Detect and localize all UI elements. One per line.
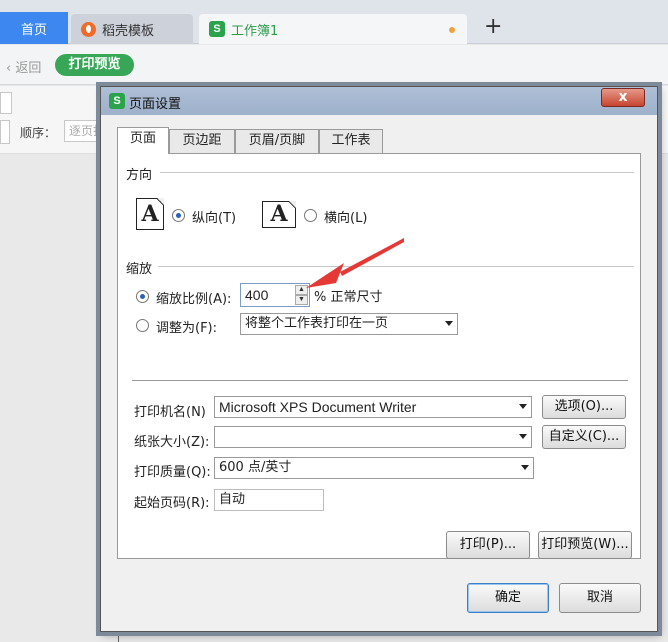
annotation-arrow-icon bbox=[306, 238, 404, 288]
fit-to-select[interactable]: 将整个工作表打印在一页 bbox=[240, 313, 458, 335]
close-button[interactable]: x bbox=[601, 88, 645, 107]
landscape-radio[interactable] bbox=[304, 209, 317, 222]
tab-workbook[interactable]: S 工作簿1 bbox=[199, 14, 467, 44]
tab-bar: 首页 稻壳模板 S 工作簿1 + bbox=[0, 0, 668, 44]
paper-size-label: 纸张大小(Z): bbox=[134, 435, 210, 450]
fit-to-value: 将整个工作表打印在一页 bbox=[245, 316, 389, 331]
divider bbox=[118, 632, 119, 642]
tab-sheet[interactable]: 工作表 bbox=[319, 129, 383, 153]
scale-radio[interactable] bbox=[136, 290, 149, 303]
print-button[interactable]: 打印(P)... bbox=[446, 531, 530, 559]
tab-header-footer[interactable]: 页眉/页脚 bbox=[235, 129, 319, 153]
page-setup-dialog: S 页面设置 x 页面 页边距 页眉/页脚 工作表 方向 A 纵向(T) A 横… bbox=[100, 86, 658, 632]
page-tab-panel: 方向 A 纵向(T) A 横向(L) 缩放 缩放比例(A): 400 ▲ ▼ %… bbox=[117, 153, 641, 559]
new-tab-button[interactable]: + bbox=[484, 16, 502, 38]
spreadsheet-icon: S bbox=[109, 93, 125, 109]
print-quality-label: 打印质量(Q): bbox=[134, 465, 211, 480]
scale-value: 400 bbox=[245, 287, 269, 303]
tab-page[interactable]: 页面 bbox=[117, 127, 169, 154]
tab-workbook-label: 工作簿1 bbox=[231, 23, 279, 39]
divider bbox=[132, 380, 628, 381]
scale-label: 缩放比例(A): bbox=[156, 292, 232, 307]
background-input bbox=[0, 92, 12, 114]
start-page-label: 起始页码(R): bbox=[134, 496, 210, 511]
docer-logo-icon bbox=[81, 21, 96, 37]
chevron-down-icon bbox=[445, 321, 453, 326]
print-preview-button[interactable]: 打印预览(W)... bbox=[538, 531, 632, 559]
back-button[interactable]: ‹ 返回 bbox=[6, 57, 41, 76]
fit-to-label: 调整为(F): bbox=[156, 321, 218, 336]
portrait-radio[interactable] bbox=[172, 209, 185, 222]
tab-home-label: 首页 bbox=[20, 22, 47, 38]
landscape-label: 横向(L) bbox=[324, 211, 368, 226]
printer-select[interactable]: Microsoft XPS Document Writer bbox=[214, 396, 532, 418]
chevron-down-icon bbox=[519, 434, 527, 439]
printer-name-label: 打印机名(N) bbox=[134, 405, 206, 420]
unsaved-dot-icon bbox=[449, 27, 455, 33]
scaling-section-label: 缩放 bbox=[126, 262, 153, 277]
chevron-down-icon bbox=[519, 404, 527, 409]
background-input bbox=[0, 120, 10, 144]
cancel-button[interactable]: 取消 bbox=[559, 583, 641, 613]
print-quality-value: 600 点/英寸 bbox=[219, 460, 292, 475]
tab-docer-templates[interactable]: 稻壳模板 bbox=[71, 14, 193, 44]
print-preview-badge[interactable]: 打印预览 bbox=[55, 54, 134, 76]
paper-size-select[interactable] bbox=[214, 426, 532, 448]
tab-margins[interactable]: 页边距 bbox=[169, 129, 235, 153]
tab-docer-label: 稻壳模板 bbox=[102, 23, 155, 39]
portrait-page-icon: A bbox=[136, 198, 164, 230]
landscape-page-icon: A bbox=[262, 201, 296, 228]
fit-to-radio[interactable] bbox=[136, 319, 149, 332]
back-label: 返回 bbox=[15, 61, 42, 76]
portrait-label: 纵向(T) bbox=[192, 211, 237, 226]
printer-value: Microsoft XPS Document Writer bbox=[219, 399, 417, 415]
chevron-down-icon bbox=[521, 465, 529, 470]
ok-button[interactable]: 确定 bbox=[467, 583, 549, 613]
chevron-left-icon: ‹ bbox=[6, 61, 12, 76]
dialog-title: 页面设置 bbox=[129, 97, 182, 112]
divider bbox=[160, 172, 634, 173]
spreadsheet-icon: S bbox=[209, 21, 225, 37]
chevron-down-icon[interactable]: ▼ bbox=[295, 295, 308, 305]
background-order-label: 顺序： bbox=[20, 126, 57, 140]
start-page-input[interactable]: 自动 bbox=[214, 489, 324, 511]
dialog-titlebar[interactable]: S 页面设置 x bbox=[101, 87, 657, 115]
options-button[interactable]: 选项(O)... bbox=[542, 395, 626, 419]
orientation-section-label: 方向 bbox=[126, 168, 153, 183]
tab-home[interactable]: 首页 bbox=[0, 12, 68, 44]
custom-size-button[interactable]: 自定义(C)... bbox=[542, 425, 626, 449]
preview-toolbar: ‹ 返回 打印预览 bbox=[0, 45, 668, 85]
print-quality-select[interactable]: 600 点/英寸 bbox=[214, 457, 534, 479]
